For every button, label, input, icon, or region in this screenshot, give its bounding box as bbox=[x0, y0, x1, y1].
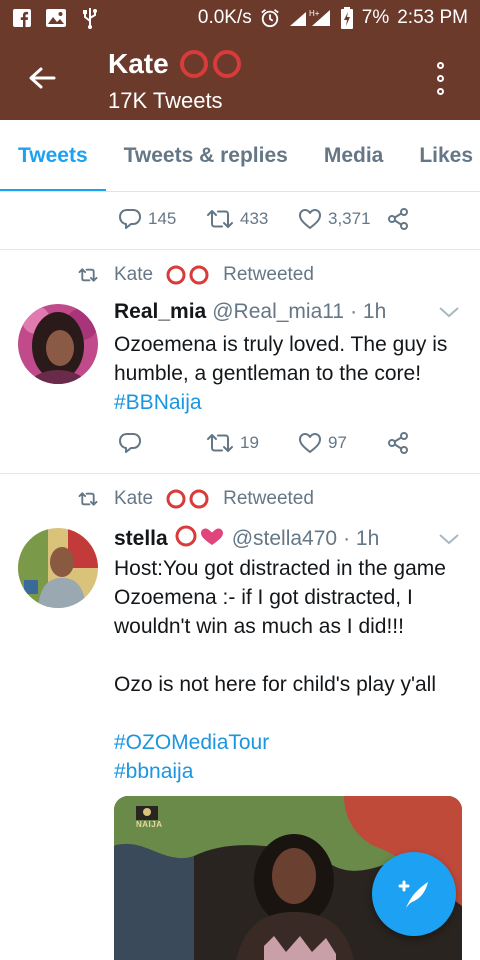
tab-tweets-and-replies[interactable]: Tweets & replies bbox=[106, 120, 306, 191]
share-button[interactable] bbox=[386, 207, 410, 231]
ring-heart-emoji-icon bbox=[174, 524, 226, 554]
double-ring-emoji-icon bbox=[177, 49, 247, 79]
gallery-icon bbox=[46, 8, 66, 28]
heart-icon bbox=[299, 433, 321, 453]
hashtag-link[interactable]: #BBNaija bbox=[114, 388, 466, 417]
avatar[interactable] bbox=[18, 528, 98, 608]
tweet-card[interactable]: 145 433 3,371 bbox=[0, 192, 480, 250]
tweet-text: Host:You got distracted in the game Ozoe… bbox=[114, 554, 466, 786]
status-bar: 0.0K/s H+ 7% 2:53 PM bbox=[0, 0, 480, 36]
clock: 2:53 PM bbox=[397, 7, 468, 28]
share-icon bbox=[388, 208, 408, 230]
reply-count: 145 bbox=[148, 209, 177, 228]
battery-percent: 7% bbox=[361, 7, 390, 28]
profile-name: Kate bbox=[108, 48, 247, 80]
author-handle[interactable]: @stella470 bbox=[232, 527, 337, 551]
tweet-text-line: Host:You got distracted in the game bbox=[114, 557, 446, 580]
tweet-time: · 1h bbox=[350, 300, 387, 323]
retweet-button[interactable]: 19 bbox=[206, 432, 298, 454]
like-button[interactable]: 3,371 bbox=[298, 208, 386, 230]
share-icon bbox=[388, 432, 408, 454]
tweet-header: Real_mia @Real_mia11 · 1h bbox=[114, 300, 460, 324]
retweeted-label: Retweeted bbox=[223, 488, 314, 509]
alarm-icon bbox=[260, 8, 280, 28]
retweet-small-icon bbox=[78, 492, 98, 506]
media-watermark: NAIJA bbox=[136, 820, 163, 829]
tweet-text-line: wouldn't win as much as I did!!! bbox=[114, 615, 404, 638]
profile-name-text: Kate bbox=[108, 48, 169, 79]
tweet-actions: 19 97 bbox=[118, 416, 410, 470]
retweet-count: 433 bbox=[240, 209, 269, 228]
tab-likes[interactable]: Likes bbox=[401, 120, 480, 191]
profile-header: Kate 17K Tweets bbox=[0, 36, 480, 120]
tweet-card[interactable]: Kate Retweeted Real_mia @Real_mia11 · 1h… bbox=[0, 250, 480, 474]
author-name[interactable]: stella bbox=[114, 527, 168, 551]
network-speed: 0.0K/s bbox=[197, 7, 252, 28]
tab-tweets[interactable]: Tweets bbox=[0, 120, 106, 191]
tweet-text: Ozoemena is truly loved. The guy is humb… bbox=[114, 330, 466, 417]
double-ring-emoji-icon bbox=[165, 264, 211, 286]
retweeter-name[interactable]: Kate bbox=[114, 264, 153, 286]
retweet-small-icon bbox=[78, 268, 98, 282]
tweet-text-line: humble, a gentleman to the core! bbox=[114, 362, 422, 385]
share-button[interactable] bbox=[386, 431, 410, 455]
tweet-text-line: Ozoemena :- if I got distracted, I bbox=[114, 586, 413, 609]
dot-icon bbox=[436, 74, 444, 82]
retweet-icon bbox=[207, 434, 233, 452]
reply-icon bbox=[119, 433, 141, 453]
usb-icon bbox=[80, 8, 100, 29]
reply-button[interactable] bbox=[118, 432, 206, 454]
heart-icon bbox=[299, 209, 321, 229]
tweet-text-line: Ozoemena is truly loved. The guy is bbox=[114, 333, 448, 356]
svg-text:H+: H+ bbox=[309, 9, 320, 18]
like-count: 97 bbox=[328, 433, 347, 452]
tweet-actions: 145 433 3,371 bbox=[118, 192, 410, 246]
chevron-down-icon[interactable] bbox=[438, 305, 460, 319]
author-handle[interactable]: @Real_mia11 bbox=[212, 300, 344, 324]
back-arrow-icon bbox=[29, 67, 56, 89]
retweet-button[interactable]: 433 bbox=[206, 208, 298, 230]
hashtag-link[interactable]: #OZOMediaTour bbox=[114, 728, 466, 757]
chevron-down-icon[interactable] bbox=[438, 532, 460, 546]
retweeted-by-line: Kate Retweeted bbox=[78, 264, 314, 286]
tweet-time: · 1h bbox=[343, 527, 380, 550]
reply-icon bbox=[119, 209, 141, 229]
double-ring-emoji-icon bbox=[165, 488, 211, 510]
more-options-button[interactable] bbox=[422, 58, 458, 98]
battery-charging-icon bbox=[340, 7, 354, 29]
facebook-icon bbox=[12, 8, 32, 28]
compose-feather-icon bbox=[398, 880, 428, 908]
tweet-header: stella @stella470 · 1h bbox=[114, 524, 460, 554]
tweet-count: 17K Tweets bbox=[108, 88, 223, 113]
retweet-icon bbox=[207, 210, 233, 228]
retweeted-label: Retweeted bbox=[223, 264, 314, 285]
dot-icon bbox=[436, 61, 444, 69]
retweeter-name[interactable]: Kate bbox=[114, 488, 153, 510]
signal-icon: H+ bbox=[288, 8, 332, 28]
retweeted-by-line: Kate Retweeted bbox=[78, 488, 314, 510]
hashtag-link[interactable]: #bbnaija bbox=[114, 757, 466, 786]
dot-icon bbox=[436, 87, 444, 95]
reply-button[interactable]: 145 bbox=[118, 208, 206, 230]
avatar[interactable] bbox=[18, 304, 98, 384]
tab-media[interactable]: Media bbox=[306, 120, 402, 191]
profile-tabs: Tweets Tweets & replies Media Likes bbox=[0, 120, 480, 192]
author-name[interactable]: Real_mia bbox=[114, 300, 206, 324]
back-button[interactable] bbox=[22, 58, 62, 98]
tweet-text-line: Ozo is not here for child's play y'all bbox=[114, 673, 436, 696]
like-button[interactable]: 97 bbox=[298, 432, 386, 454]
retweet-count: 19 bbox=[240, 433, 259, 452]
compose-tweet-button[interactable] bbox=[372, 852, 456, 936]
like-count: 3,371 bbox=[328, 209, 371, 228]
